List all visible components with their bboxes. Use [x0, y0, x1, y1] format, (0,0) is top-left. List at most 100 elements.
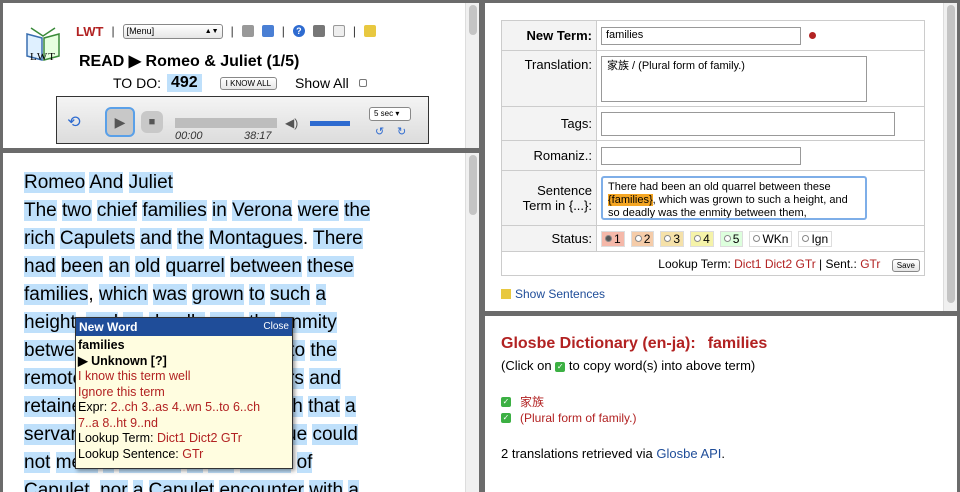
text-word[interactable]: a — [315, 284, 327, 305]
repeat-icon[interactable]: ⟲ — [65, 114, 83, 132]
next-text-icon[interactable] — [261, 25, 274, 37]
text-word[interactable]: rich — [24, 228, 55, 249]
text-word[interactable]: encounter — [219, 480, 304, 492]
text-word[interactable]: could — [312, 424, 358, 445]
status-option[interactable]: 1 — [601, 230, 625, 247]
scrollbar-thumb[interactable] — [469, 155, 477, 215]
copy-check-icon[interactable]: ✓ — [501, 397, 511, 407]
status-radio[interactable] — [694, 235, 702, 242]
status-option[interactable]: WKn — [749, 230, 793, 247]
popup-close-button[interactable]: Close — [263, 318, 289, 336]
tags-input[interactable] — [601, 111, 895, 136]
status-option[interactable]: 3 — [660, 230, 685, 247]
reading-scrollbar[interactable] — [465, 153, 479, 492]
rewind-icon[interactable]: ↺ — [375, 125, 384, 138]
text-word[interactable]: between — [230, 256, 302, 277]
sentence-textarea[interactable]: There had been an old quarrel between th… — [601, 176, 867, 220]
text-word[interactable]: two — [62, 200, 92, 221]
new-term-input[interactable]: families — [601, 26, 801, 45]
text-word[interactable]: Romeo — [24, 172, 86, 193]
copy-check-icon[interactable]: ✓ — [501, 413, 511, 423]
scrollbar-thumb[interactable] — [947, 5, 955, 303]
status-radio[interactable] — [664, 235, 672, 242]
text-word[interactable]: Capulet — [148, 480, 215, 492]
text-word[interactable]: which — [98, 284, 148, 305]
expr-links-line1[interactable]: 2..ch 3..as 4..wn 5..to 6..ch — [111, 400, 260, 414]
text-word[interactable]: And — [89, 172, 124, 193]
previous-text-icon[interactable] — [241, 25, 254, 37]
form-scrollbar[interactable] — [943, 3, 957, 311]
show-all-checkbox[interactable] — [358, 79, 367, 87]
text-word[interactable]: Verona — [232, 200, 293, 221]
text-word[interactable]: grown — [191, 284, 244, 305]
text-word[interactable]: such — [270, 284, 311, 305]
text-word[interactable]: families — [142, 200, 207, 221]
glosbe-api-link[interactable]: Glosbe API — [656, 446, 721, 461]
text-word[interactable]: a — [345, 396, 356, 417]
text-word[interactable]: been — [60, 256, 104, 277]
status-radio[interactable] — [723, 235, 731, 242]
volume-bar[interactable] — [310, 121, 350, 126]
volume-icon[interactable]: ◀) — [285, 116, 298, 130]
text-word[interactable]: not — [24, 452, 51, 473]
text-word[interactable]: the — [310, 340, 337, 361]
print-icon[interactable] — [312, 25, 325, 37]
text-word[interactable]: Montagues — [208, 228, 303, 249]
text-word[interactable]: old — [134, 256, 161, 277]
skip-seconds-select[interactable]: 5 sec ▾ — [369, 107, 411, 121]
text-word[interactable]: Capulets — [59, 228, 135, 249]
text-word[interactable]: nor — [100, 480, 128, 492]
text-word[interactable]: Capulet — [24, 480, 90, 492]
seek-bar[interactable] — [175, 118, 277, 128]
text-word[interactable]: quarrel — [165, 256, 225, 277]
save-button[interactable]: Save — [891, 258, 920, 272]
romanization-input[interactable] — [601, 146, 801, 165]
status-option[interactable]: 4 — [690, 230, 714, 247]
text-word[interactable]: families — [24, 284, 89, 305]
lookup-term-links[interactable]: Dict1 Dict2 GTr — [734, 257, 816, 271]
text-word[interactable]: were — [297, 200, 339, 221]
scrollbar-thumb[interactable] — [469, 5, 477, 35]
stop-button[interactable]: ■ — [141, 111, 163, 133]
edit-text-icon[interactable] — [332, 25, 345, 37]
status-option[interactable]: 5 — [719, 230, 744, 247]
ignore-term-link[interactable]: Ignore this term — [78, 385, 290, 401]
status-option[interactable]: 2 — [630, 230, 655, 247]
header-scrollbar[interactable] — [465, 3, 479, 148]
sent-link[interactable]: GTr — [860, 257, 880, 271]
text-word[interactable]: The — [24, 200, 57, 221]
text-word[interactable]: the — [177, 228, 204, 249]
expr-links-line2[interactable]: 7..a 8..ht 9..nd — [78, 416, 290, 432]
text-word[interactable]: and — [309, 368, 341, 389]
text-word[interactable]: an — [108, 256, 130, 277]
lookup-term-links[interactable]: Dict1 Dict2 GTr — [157, 431, 242, 445]
text-word[interactable]: in — [212, 200, 227, 221]
i-know-all-button[interactable]: I KNOW ALL — [219, 76, 278, 90]
text-word[interactable]: that — [308, 396, 340, 417]
forward-icon[interactable]: ↻ — [397, 125, 406, 138]
text-word[interactable]: There — [313, 228, 363, 249]
status-radio[interactable] — [605, 235, 612, 242]
text-word[interactable]: of — [296, 452, 313, 473]
text-word[interactable]: Juliet — [128, 172, 173, 193]
show-sentences-link[interactable]: Show Sentences — [501, 287, 605, 301]
text-word[interactable]: was — [152, 284, 187, 305]
play-button[interactable]: ▶ — [105, 107, 135, 137]
text-word[interactable]: the — [344, 200, 371, 221]
know-term-link[interactable]: I know this term well — [78, 369, 290, 385]
text-word[interactable]: height — [24, 312, 76, 333]
lwt-home-link[interactable]: LWT — [76, 24, 103, 39]
status-radio[interactable] — [753, 235, 761, 242]
new-text-icon[interactable] — [363, 25, 376, 37]
text-word[interactable]: a — [132, 480, 144, 492]
status-radio[interactable] — [802, 235, 810, 242]
menu-select[interactable]: [Menu] ▲▼ — [122, 23, 223, 39]
text-word[interactable]: and — [140, 228, 172, 249]
status-radio[interactable] — [634, 235, 642, 242]
status-option[interactable]: Ign — [798, 230, 833, 247]
text-word[interactable]: to — [248, 284, 265, 305]
text-word[interactable]: with — [309, 480, 344, 492]
text-word[interactable]: these — [307, 256, 354, 277]
text-word[interactable]: chief — [96, 200, 138, 221]
help-icon[interactable]: ? — [292, 25, 305, 37]
